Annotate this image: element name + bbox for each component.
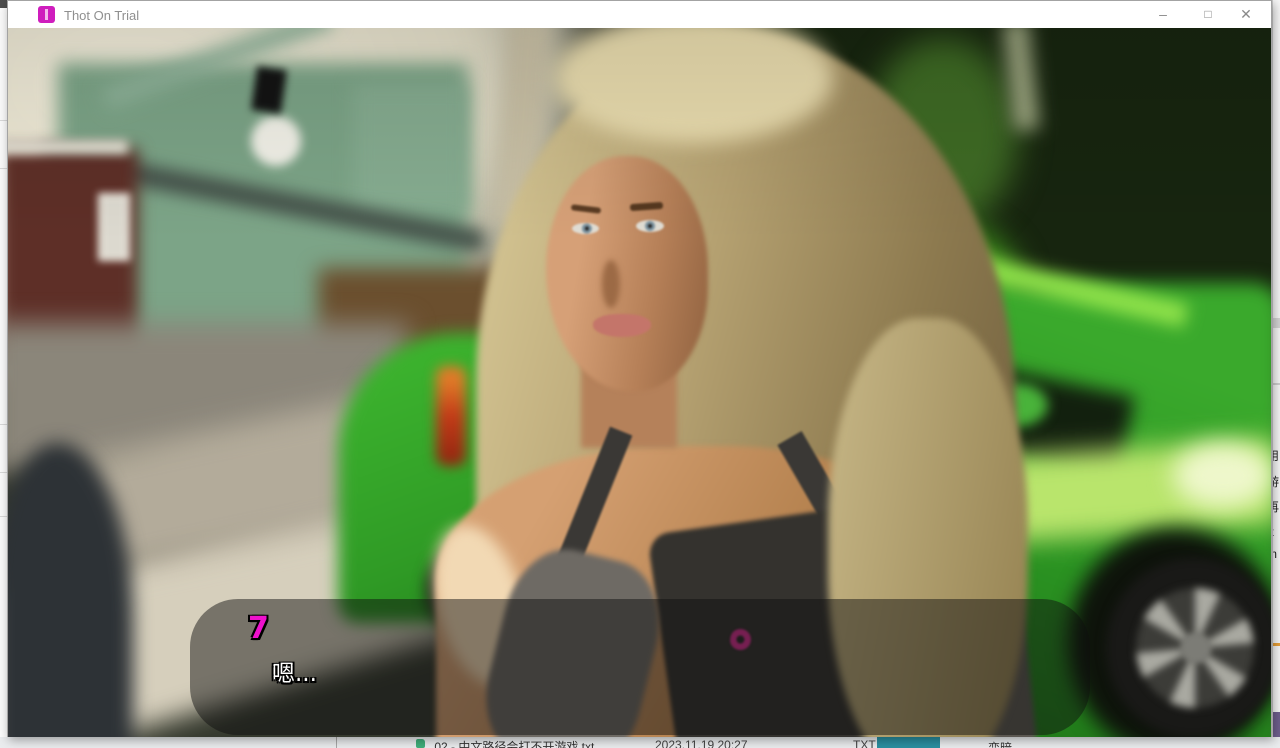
list-row-divider xyxy=(0,472,7,473)
file-type: TXT xyxy=(853,738,876,748)
clipped-text-fragment: .t xyxy=(1272,526,1280,539)
close-button[interactable]: ✕ xyxy=(1226,1,1266,28)
speaker-name: 7 xyxy=(248,611,269,646)
file-name[interactable]: .02 - 中文路径会打不开游戏.txt xyxy=(431,738,594,748)
scrollbar-fragment xyxy=(1273,318,1280,328)
maximize-button[interactable]: □ xyxy=(1188,1,1228,28)
clipped-text-fragment: 再 xyxy=(1272,501,1280,514)
list-row-divider xyxy=(0,120,7,121)
title-bar[interactable]: Thot On Trial – □ ✕ xyxy=(8,1,1271,28)
clipped-text-fragment: m xyxy=(1272,548,1280,561)
column-divider xyxy=(336,737,337,748)
dialogue-box[interactable] xyxy=(190,599,1090,735)
clipped-text-fragment: 游 xyxy=(1272,476,1280,489)
file-modified-date: 2023.11.19 20:27 xyxy=(655,738,748,748)
game-app-icon xyxy=(38,6,55,23)
text-file-icon xyxy=(416,739,425,748)
selection-highlight xyxy=(877,737,940,748)
clipped-text-fragment: 用 xyxy=(1272,450,1280,463)
list-row-divider xyxy=(0,424,7,425)
action-label: 变暗 xyxy=(988,739,1012,748)
game-window: Thot On Trial – □ ✕ xyxy=(7,0,1272,737)
game-scene[interactable]: 7 嗯... xyxy=(8,28,1271,737)
minimize-button[interactable]: – xyxy=(1143,1,1183,28)
divider-fragment xyxy=(1273,383,1280,385)
window-title: Thot On Trial xyxy=(64,8,139,23)
list-row-divider xyxy=(0,168,7,169)
background-window-right-strip: 用 游 再 .t m xyxy=(1272,0,1280,748)
dialogue-text: 嗯... xyxy=(272,654,317,688)
background-explorer-row: .02 - 中文路径会打不开游戏.txt 2023.11.19 20:27 TX… xyxy=(0,737,1280,748)
list-row-divider xyxy=(0,516,7,517)
background-window-left-strip xyxy=(0,0,7,748)
highlight-marker xyxy=(1273,643,1280,646)
